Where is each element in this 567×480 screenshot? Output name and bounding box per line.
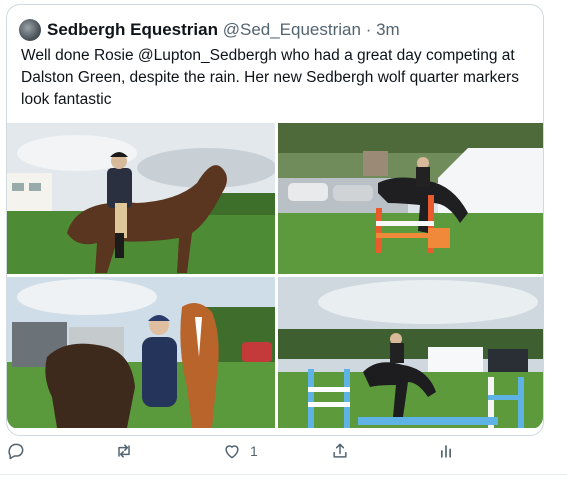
share-icon — [333, 443, 347, 458]
share-button[interactable] — [330, 440, 350, 462]
timestamp[interactable]: 3m — [376, 20, 400, 39]
photo-show-jump[interactable] — [278, 123, 543, 274]
heart-icon — [225, 445, 239, 459]
retweet-icon — [118, 444, 130, 458]
photo-jumping-course[interactable] — [278, 277, 543, 428]
separator: · — [365, 20, 372, 39]
like-count: 1 — [250, 443, 258, 459]
analytics-icon — [441, 445, 451, 458]
tweet-actions: 1 — [0, 440, 567, 464]
photo-rider-on-horse[interactable] — [7, 123, 275, 274]
retweet-button[interactable] — [114, 440, 134, 462]
photo-grid — [7, 123, 543, 429]
tweet-card[interactable]: Sedbergh Equestrian @Sed_Equestrian · 3m… — [6, 4, 544, 436]
like-button[interactable]: 1 — [222, 440, 258, 462]
display-name[interactable]: Sedbergh Equestrian — [47, 20, 218, 39]
photo-rider-with-horses[interactable] — [7, 277, 275, 428]
user-handle[interactable]: @Sed_Equestrian — [223, 20, 361, 39]
reply-icon — [8, 443, 24, 460]
tweet-header: Sedbergh Equestrian @Sed_Equestrian · 3m — [47, 20, 400, 40]
tweet-text: Well done Rosie @Lupton_Sedbergh who had… — [21, 47, 519, 108]
analytics-button[interactable] — [436, 440, 456, 462]
divider — [0, 474, 567, 475]
avatar[interactable] — [19, 19, 41, 41]
reply-button[interactable] — [6, 440, 26, 462]
